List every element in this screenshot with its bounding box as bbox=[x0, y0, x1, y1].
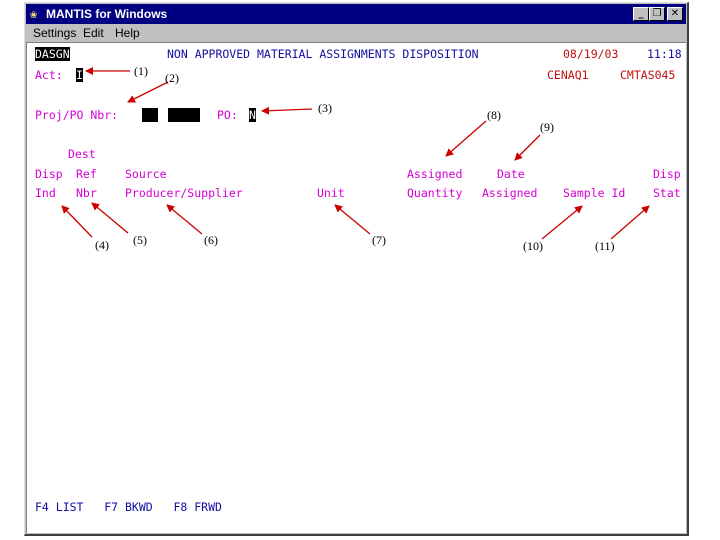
col-stat: Stat bbox=[653, 186, 681, 200]
callout-5: (5) bbox=[133, 233, 147, 247]
act-label: Act: bbox=[35, 68, 63, 82]
callout-4: (4) bbox=[95, 238, 109, 252]
proj-po-label: Proj/PO Nbr: bbox=[35, 108, 119, 122]
minimize-button[interactable]: _ bbox=[633, 7, 649, 21]
callout-2: (2) bbox=[165, 71, 179, 85]
col-disp-top: Disp bbox=[35, 167, 63, 181]
col-quantity: Quantity bbox=[407, 186, 463, 200]
callout-8: (8) bbox=[487, 108, 501, 122]
region-code: CENAQ1 bbox=[547, 68, 589, 82]
col-producer-supplier: Producer/Supplier bbox=[125, 186, 243, 200]
mantis-icon: ❀ bbox=[30, 7, 38, 21]
restore-button[interactable]: ❐ bbox=[649, 7, 665, 21]
screen-date: 08/19/03 bbox=[563, 47, 619, 61]
menu-bar: Settings Edit Help bbox=[26, 24, 686, 42]
callout-7: (7) bbox=[372, 233, 386, 247]
callout-10: (10) bbox=[523, 239, 543, 253]
menu-edit[interactable]: Edit bbox=[83, 24, 104, 42]
callout-1: (1) bbox=[134, 64, 148, 78]
col-date-assigned: Assigned bbox=[482, 186, 538, 200]
callout-3: (3) bbox=[318, 101, 332, 115]
terminal-screen: DASGN NON APPROVED MATERIAL ASSIGNMENTS … bbox=[26, 42, 686, 533]
po-nbr-field[interactable] bbox=[168, 108, 200, 122]
window-title: MANTIS for Windows bbox=[46, 7, 168, 21]
col-nbr: Nbr bbox=[76, 186, 97, 200]
col-sample-id: Sample Id bbox=[563, 186, 626, 200]
act-field[interactable]: I bbox=[76, 68, 83, 82]
col-date-top: Date bbox=[497, 167, 525, 181]
callout-11: (11) bbox=[595, 239, 615, 253]
col-dest-top: Dest bbox=[68, 147, 96, 161]
screen-time: 11:18 bbox=[647, 47, 682, 61]
col-ref-mid: Ref bbox=[76, 167, 97, 181]
mantis-window: ❀ MANTIS for Windows _ ❐ ✕ Settings Edit… bbox=[24, 2, 689, 536]
col-disp-stat-top: Disp bbox=[653, 167, 681, 181]
screen-title: NON APPROVED MATERIAL ASSIGNMENTS DISPOS… bbox=[167, 47, 479, 61]
col-source-top: Source bbox=[125, 167, 167, 181]
title-bar[interactable]: ❀ MANTIS for Windows _ ❐ ✕ bbox=[26, 4, 686, 24]
proj-nbr-field[interactable] bbox=[142, 108, 158, 122]
po-label: PO: bbox=[217, 108, 238, 122]
po-field[interactable]: N bbox=[249, 108, 256, 122]
callout-9: (9) bbox=[540, 120, 554, 134]
screen-id: DASGN bbox=[35, 47, 70, 61]
function-keys[interactable]: F4 LIST F7 BKWD F8 FRWD bbox=[35, 500, 222, 514]
menu-settings[interactable]: Settings bbox=[33, 24, 76, 42]
col-assigned-top: Assigned bbox=[407, 167, 463, 181]
col-ind: Ind bbox=[35, 186, 56, 200]
callout-6: (6) bbox=[204, 233, 218, 247]
program-id: CMTAS045 bbox=[620, 68, 676, 82]
menu-help[interactable]: Help bbox=[115, 24, 140, 42]
col-unit: Unit bbox=[317, 186, 345, 200]
close-button[interactable]: ✕ bbox=[667, 7, 683, 21]
